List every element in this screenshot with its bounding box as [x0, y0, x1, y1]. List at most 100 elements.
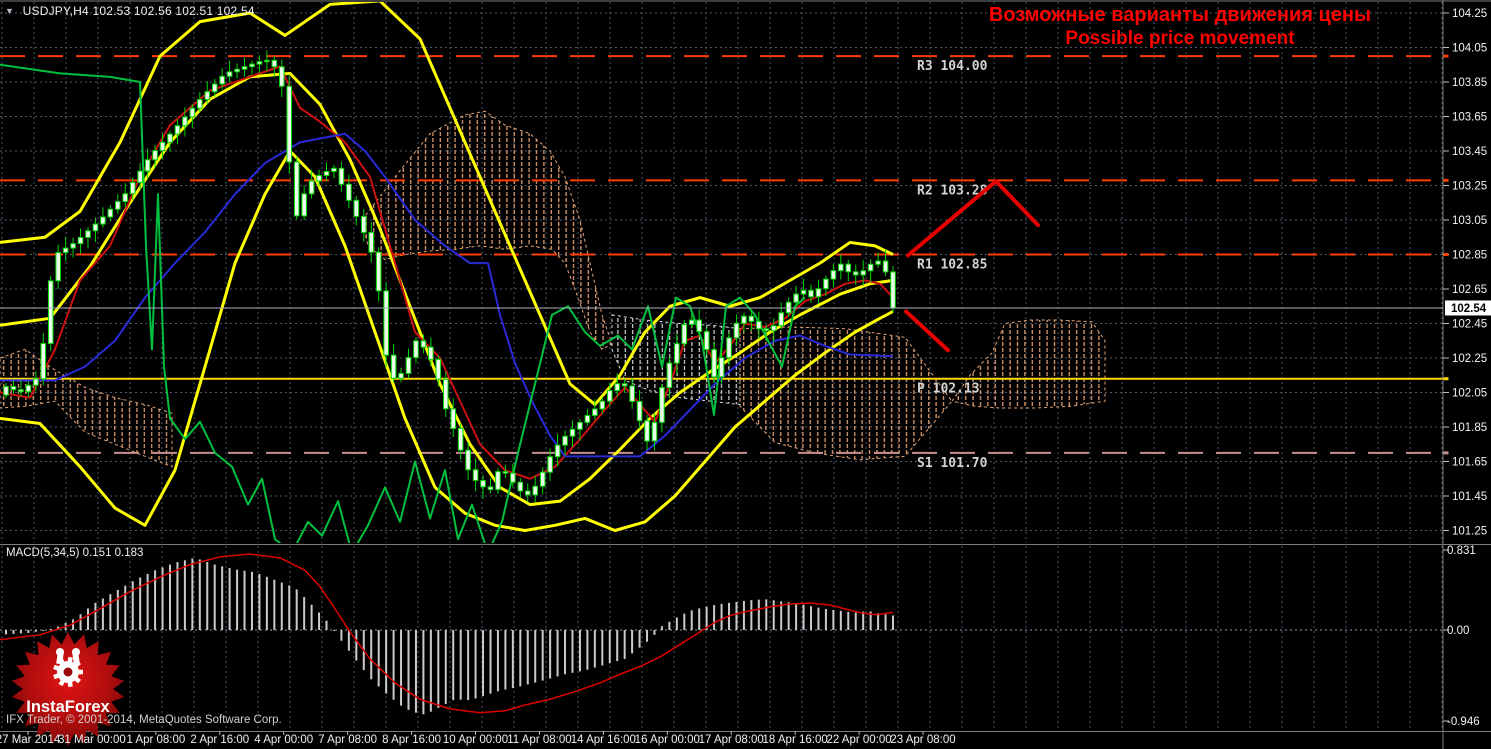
macd-histogram-bar	[429, 630, 432, 712]
price-tick-label: 101.45	[1452, 491, 1487, 503]
macd-histogram-bar	[19, 630, 22, 634]
price-tick-label: 103.45	[1452, 146, 1487, 158]
candle	[316, 174, 322, 182]
candle	[562, 435, 568, 446]
candle	[666, 362, 673, 389]
candle	[592, 408, 598, 416]
price-tick-label: 102.85	[1452, 250, 1487, 262]
macd-histogram-bar	[653, 630, 656, 635]
candle	[144, 159, 151, 172]
candle	[383, 290, 389, 356]
candle	[674, 343, 680, 364]
macd-histogram-bar	[101, 598, 104, 630]
macd-histogram-bar	[877, 613, 880, 630]
candle	[636, 400, 643, 422]
macd-histogram-bar	[504, 630, 507, 690]
macd-histogram-bar	[735, 601, 738, 630]
macd-histogram-bar	[496, 630, 499, 692]
candle	[696, 319, 703, 333]
candle	[450, 408, 457, 429]
macd-histogram-bar	[250, 571, 253, 630]
macd-histogram-bar	[243, 570, 246, 630]
chart-canvas[interactable]: R3 104.00R2 103.28R1 102.85P 102.13S1 10…	[0, 0, 1491, 749]
macd-histogram-bar	[42, 630, 45, 631]
candle	[249, 63, 255, 68]
macd-histogram-bar	[459, 630, 462, 700]
candle	[25, 384, 32, 393]
macd-histogram-bar	[474, 630, 477, 699]
macd-histogram-bar	[631, 630, 634, 654]
macd-histogram-bar	[407, 630, 410, 710]
candle	[115, 201, 121, 210]
candle	[308, 180, 315, 195]
candle	[867, 263, 874, 272]
macd-histogram-bar	[847, 611, 850, 630]
macd-histogram-bar	[489, 630, 492, 694]
candle	[599, 400, 606, 410]
price-tick-label: 103.85	[1452, 77, 1487, 89]
candle	[584, 414, 591, 423]
macd-histogram-bar	[586, 630, 589, 670]
macd-histogram-bar	[280, 582, 283, 630]
candle	[457, 427, 464, 451]
macd-histogram-bar	[213, 564, 216, 630]
macd-histogram-bar	[757, 599, 760, 630]
candle	[405, 357, 412, 374]
logo-brand-text: InstaForex	[26, 698, 110, 716]
candle	[629, 385, 635, 402]
candle	[823, 278, 829, 290]
candle	[3, 385, 9, 396]
candle	[838, 263, 844, 272]
candle	[256, 61, 263, 65]
candle	[174, 125, 181, 135]
macd-histogram-bar	[795, 603, 798, 630]
level-axis-tick	[1443, 178, 1449, 182]
macd-histogram-bar	[638, 630, 641, 648]
macd-histogram-bar	[258, 573, 261, 630]
macd-histogram-bar	[556, 630, 559, 677]
macd-histogram-bar	[810, 606, 813, 630]
macd-histogram-bar	[549, 630, 552, 679]
macd-histogram-bar	[34, 630, 37, 632]
macd-histogram-bar	[668, 621, 671, 630]
macd-histogram-bar	[176, 562, 179, 630]
candle	[733, 322, 740, 339]
level-axis-tick	[1443, 54, 1449, 58]
candle	[875, 260, 881, 265]
candle	[524, 490, 531, 496]
macd-histogram-bar	[288, 585, 291, 630]
candle	[278, 66, 285, 87]
price-axis[interactable]: 104.25 104.05 103.85 103.65 103.45 103.25 103.…	[1443, 8, 1491, 728]
mt4-chart-window: R3 104.00 R2 103.28 R1 102.85 P 102.13 S1 10…	[0, 0, 1491, 749]
price-tick-label: 101.25	[1452, 526, 1487, 538]
candle	[62, 247, 69, 254]
candle	[413, 340, 419, 359]
candle	[882, 260, 889, 273]
candle	[323, 170, 330, 176]
macd-histogram-bar	[347, 630, 350, 651]
candle	[100, 216, 106, 225]
candle	[353, 199, 360, 217]
candle	[770, 325, 777, 332]
candle	[681, 323, 688, 345]
macd-histogram-bar	[414, 630, 417, 713]
macd-histogram-bar	[660, 626, 663, 630]
candle	[420, 340, 427, 348]
candle	[241, 66, 248, 70]
macd-histogram-bar	[884, 614, 887, 630]
macd-histogram-bar	[295, 589, 298, 630]
macd-histogram-bar	[623, 630, 626, 659]
candle	[532, 485, 539, 496]
candle	[614, 383, 621, 392]
macd-histogram-bar	[742, 600, 745, 630]
price-tick-label: 103.65	[1452, 112, 1487, 124]
macd-histogram-bar	[571, 630, 574, 673]
candle	[77, 236, 84, 245]
price-tick-label: 101.85	[1452, 422, 1487, 434]
macd-histogram-bar	[27, 630, 30, 633]
candle	[390, 354, 397, 379]
candle	[10, 385, 17, 391]
macd-histogram-bar	[228, 568, 231, 630]
candle	[793, 293, 799, 303]
macd-histogram-bar	[646, 630, 649, 642]
